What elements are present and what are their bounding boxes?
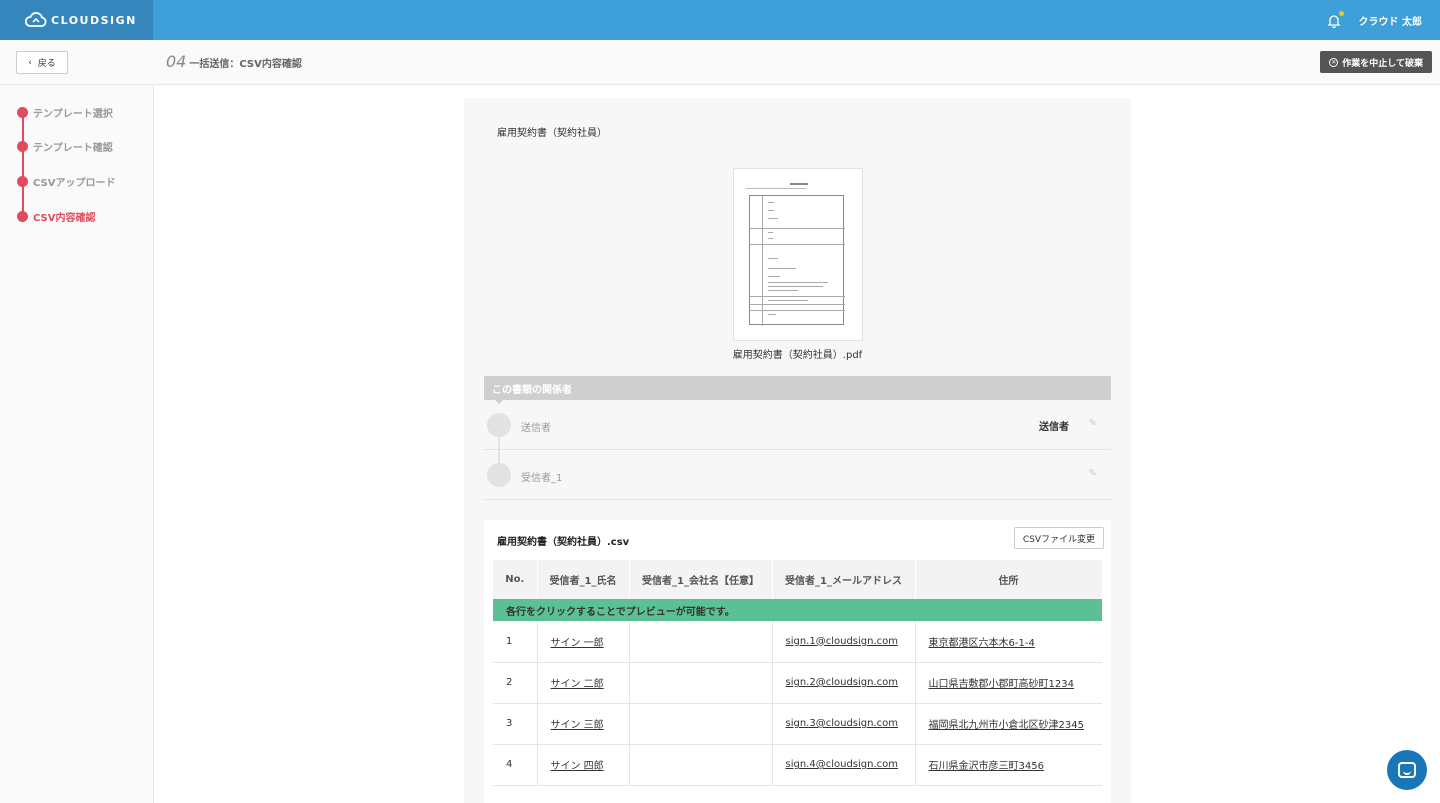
name-link[interactable]: サイン 二郎 <box>551 679 604 690</box>
cell-no: 3 <box>493 703 538 745</box>
address-link[interactable]: 山口県吉敷郡小郡町高砂町1234 <box>929 679 1074 690</box>
table-row[interactable]: 2 サイン 二郎 sign.2@cloudsign.com 山口県吉敷郡小郡町高… <box>493 662 1102 704</box>
table-row[interactable]: 4 サイン 四郎 sign.4@cloudsign.com 石川県金沢市彦三町3… <box>493 744 1102 786</box>
name-link[interactable]: サイン 一郎 <box>551 638 604 649</box>
cell-address: 山口県吉敷郡小郡町高砂町1234 <box>915 662 1102 704</box>
csv-change-button[interactable]: CSVファイル変更 <box>1013 527 1104 549</box>
cell-name: サイン 一郎 <box>537 621 630 663</box>
sidebar-step-template-confirm: テンプレート確認 <box>17 139 113 154</box>
thumb-title-line <box>790 183 808 185</box>
cell-name: サイン 四郎 <box>537 744 630 786</box>
discard-button-label: 作業を中止して破棄 <box>1342 58 1423 69</box>
step-label: テンプレート選択 <box>33 108 113 120</box>
pencil-icon[interactable]: ✎ <box>1089 418 1097 429</box>
csv-table: No. 受信者_1_氏名 受信者_1_会社名【任意】 受信者_1_メールアドレス… <box>493 560 1103 786</box>
step-dot <box>17 106 28 118</box>
step-title: 一括送信：CSV内容確認 <box>189 59 302 70</box>
main-panel: 雇用契約書（契約社員） 雇用契約書（契約社員）.pdf この書類の関係者 送信者… <box>464 98 1131 803</box>
pencil-icon[interactable]: ✎ <box>1089 468 1097 479</box>
sub-header: ‹ 戻る 04 一括送信：CSV内容確認 ✕ 作業を中止して破棄 <box>0 40 1440 85</box>
step-label: CSVアップロード <box>33 177 116 189</box>
csv-file-name: 雇用契約書（契約社員）.csv <box>497 537 630 548</box>
csv-card: 雇用契約書（契約社員）.csv CSVファイル変更 No. 受信者_1_氏名 受… <box>484 520 1111 803</box>
top-bar: CLOUDSIGN クラウド 太郎 <box>0 0 1440 40</box>
email-link[interactable]: sign.2@cloudsign.com <box>786 677 899 688</box>
discard-button[interactable]: ✕ 作業を中止して破棄 <box>1320 51 1432 73</box>
relation-row-sender: 送信者 送信者 ✎ <box>484 400 1111 450</box>
relation-value: 送信者 <box>1039 422 1069 433</box>
column-header: 受信者_1_メールアドレス <box>772 560 916 599</box>
cell-name: サイン 三郎 <box>537 703 630 745</box>
cell-company <box>629 621 773 663</box>
cell-address: 福岡県北九州市小倉北区砂津2345 <box>915 703 1102 745</box>
step-label: CSV内容確認 <box>33 212 96 224</box>
cell-name: サイン 二郎 <box>537 662 630 704</box>
sidebar-step-template-select: テンプレート選択 <box>17 105 113 120</box>
email-link[interactable]: sign.3@cloudsign.com <box>786 718 899 729</box>
thumb-subtitle-line <box>746 188 806 189</box>
cell-company <box>629 703 773 745</box>
table-header-row: No. 受信者_1_氏名 受信者_1_会社名【任意】 受信者_1_メールアドレス… <box>493 560 1103 599</box>
cell-email: sign.2@cloudsign.com <box>772 662 916 704</box>
table-row[interactable]: 3 サイン 三郎 sign.3@cloudsign.com 福岡県北九州市小倉北… <box>493 703 1102 745</box>
relation-label: 受信者_1 <box>521 473 563 484</box>
page-title: 04 一括送信：CSV内容確認 <box>166 52 302 72</box>
cell-company <box>629 662 773 704</box>
chevron-left-icon: ‹ <box>28 57 32 68</box>
preview-notice-row: 各行をクリックすることでプレビューが可能です。 <box>493 599 1102 621</box>
step-dot <box>17 140 28 152</box>
chat-support-button[interactable] <box>1387 750 1427 790</box>
logo-text: CLOUDSIGN <box>51 13 137 27</box>
back-button-label: 戻る <box>37 59 56 69</box>
step-dot <box>17 210 28 222</box>
logo[interactable]: CLOUDSIGN <box>0 0 153 40</box>
cell-address: 石川県金沢市彦三町3456 <box>915 744 1102 786</box>
step-label: テンプレート確認 <box>33 142 113 154</box>
relations-header: この書類の関係者 <box>484 376 1111 400</box>
column-header: 受信者_1_氏名 <box>537 560 630 599</box>
user-menu[interactable]: クラウド 太郎 <box>1359 13 1422 28</box>
avatar <box>487 413 511 437</box>
cell-no: 1 <box>493 621 538 663</box>
address-link[interactable]: 福岡県北九州市小倉北区砂津2345 <box>929 720 1084 731</box>
notification-bell-icon[interactable] <box>1326 11 1344 28</box>
email-link[interactable]: sign.4@cloudsign.com <box>786 759 899 770</box>
address-link[interactable]: 東京都港区六本木6-1-4 <box>929 638 1035 649</box>
avatar <box>487 463 511 487</box>
relation-label: 送信者 <box>521 423 551 434</box>
cell-no: 2 <box>493 662 538 704</box>
close-circle-icon: ✕ <box>1329 57 1339 67</box>
relation-row-recipient-1: 受信者_1 ✎ <box>484 450 1111 500</box>
steps-progress-line <box>22 112 24 216</box>
document-title: 雇用契約書（契約社員） <box>497 128 607 139</box>
thumb-content-box <box>749 195 845 326</box>
name-link[interactable]: サイン 四郎 <box>551 761 604 772</box>
cell-no: 4 <box>493 744 538 786</box>
pdf-file-name: 雇用契約書（契約社員）.pdf <box>732 350 863 361</box>
address-link[interactable]: 石川県金沢市彦三町3456 <box>929 761 1044 772</box>
chat-icon <box>1398 762 1416 778</box>
cell-email: sign.3@cloudsign.com <box>772 703 916 745</box>
notification-dot <box>1338 11 1344 16</box>
step-number: 04 <box>166 52 187 71</box>
column-header: No. <box>493 560 538 599</box>
column-header: 住所 <box>915 560 1103 599</box>
cell-address: 東京都港区六本木6-1-4 <box>915 621 1102 663</box>
step-dot <box>17 175 28 187</box>
preview-notice: 各行をクリックすることでプレビューが可能です。 <box>493 599 1102 621</box>
back-button[interactable]: ‹ 戻る <box>16 51 68 74</box>
cell-email: sign.4@cloudsign.com <box>772 744 916 786</box>
cell-email: sign.1@cloudsign.com <box>772 621 916 663</box>
table-row[interactable]: 1 サイン 一郎 sign.1@cloudsign.com 東京都港区六本木6-… <box>493 621 1102 663</box>
cell-company <box>629 744 773 786</box>
sidebar: テンプレート選択 テンプレート確認 CSVアップロード CSV内容確認 <box>0 85 154 803</box>
cloud-logo-icon <box>25 12 47 27</box>
sidebar-step-csv-confirm: CSV内容確認 <box>17 209 96 224</box>
column-header: 受信者_1_会社名【任意】 <box>629 560 773 599</box>
sidebar-step-csv-upload: CSVアップロード <box>17 174 116 189</box>
email-link[interactable]: sign.1@cloudsign.com <box>786 636 899 647</box>
name-link[interactable]: サイン 三郎 <box>551 720 604 731</box>
document-thumbnail[interactable] <box>733 168 863 341</box>
